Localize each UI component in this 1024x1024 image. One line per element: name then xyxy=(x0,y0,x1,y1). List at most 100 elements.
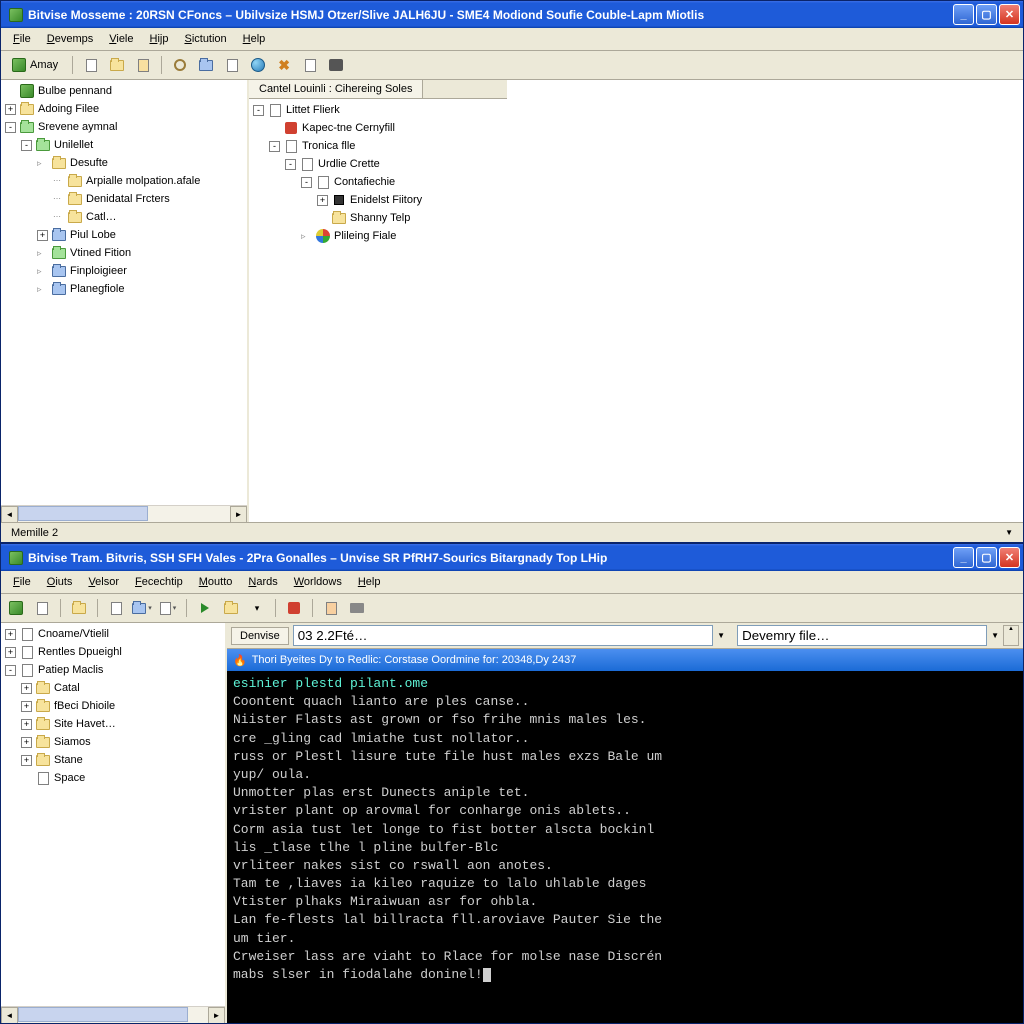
tree-item[interactable]: +Rentles Dpueighl xyxy=(3,643,223,661)
toolbar-btn-4[interactable] xyxy=(169,54,191,76)
expander-icon[interactable]: - xyxy=(301,177,312,188)
expander-icon[interactable]: + xyxy=(37,230,48,241)
tree-item[interactable]: -Tronica flle xyxy=(251,137,1021,155)
tree-item[interactable]: +Enidelst Fiitory xyxy=(251,191,1021,209)
toolbar-btn-3[interactable] xyxy=(132,54,154,76)
tree-item[interactable]: ▹Vtined Fition xyxy=(3,244,245,262)
titlebar-bottom[interactable]: Bitvise Tram. Bitvris, SSH SFH Vales - 2… xyxy=(1,544,1023,571)
toolbar-amay-button[interactable]: Amay xyxy=(5,54,65,76)
tree-item[interactable]: ▹Plileing Fiale xyxy=(251,227,1021,245)
expander-icon[interactable]: + xyxy=(5,629,16,640)
menu-worldows[interactable]: Worldows xyxy=(286,573,350,591)
expander-icon[interactable]: + xyxy=(317,195,328,206)
toolbar-btn-b7[interactable] xyxy=(194,597,216,619)
tree-item[interactable]: -Urdlie Crette xyxy=(251,155,1021,173)
menu-velsor[interactable]: Velsor xyxy=(80,573,127,591)
toolbar-btn-5[interactable] xyxy=(195,54,217,76)
tab-chereing-soles[interactable]: Cantel Louinli : Cihereing Soles xyxy=(249,80,423,98)
menu-sictution[interactable]: Sictution xyxy=(176,30,234,48)
expander-icon[interactable]: - xyxy=(253,105,264,116)
toolbar-btn-b2[interactable] xyxy=(31,597,53,619)
scroll-left-button[interactable]: ◄ xyxy=(1,506,18,522)
toolbar-btn-2[interactable] xyxy=(106,54,128,76)
menu-devemps[interactable]: Devemps xyxy=(39,30,101,48)
toolbar-btn-b11[interactable] xyxy=(320,597,342,619)
toolbar-btn-b1[interactable] xyxy=(5,597,27,619)
expand-arrow-icon[interactable]: ▹ xyxy=(37,158,48,169)
menu-hijp[interactable]: Hijp xyxy=(142,30,177,48)
expander-icon[interactable]: + xyxy=(21,755,32,766)
tree-item[interactable]: -Patiep Maclis xyxy=(3,661,223,679)
expand-arrow-icon[interactable]: ▹ xyxy=(37,284,48,295)
toolbar-btn-b4[interactable] xyxy=(105,597,127,619)
tree-item[interactable]: ⋯Denidatal Frcters xyxy=(3,190,245,208)
minimize-button[interactable]: _ xyxy=(953,4,974,25)
expander-icon[interactable]: - xyxy=(285,159,296,170)
terminal-output[interactable]: esinier plestd pilant.omeCoontent quach … xyxy=(227,671,1023,1023)
toolbar-btn-1[interactable] xyxy=(80,54,102,76)
scroll-left-button[interactable]: ◄ xyxy=(1,1007,18,1023)
tree-item[interactable]: -Srevene aymnal xyxy=(3,118,245,136)
expander-icon[interactable]: + xyxy=(5,647,16,658)
toolbar-btn-b8[interactable] xyxy=(220,597,242,619)
tree-item[interactable]: +Siamos xyxy=(3,733,223,751)
tree-item[interactable]: +Site Havet… xyxy=(3,715,223,733)
expander-icon[interactable]: - xyxy=(269,141,280,152)
titlebar[interactable]: Bitvise Mosseme : 20RSN CFoncs – Ubilvsi… xyxy=(1,1,1023,28)
tree-item[interactable]: ⋯Arpialle molpation.afale xyxy=(3,172,245,190)
menu-moutto[interactable]: Moutto xyxy=(191,573,241,591)
filter-input[interactable] xyxy=(737,625,987,646)
bottom-tree[interactable]: +Cnoame/Vtielil+Rentles Dpueighl-Patiep … xyxy=(1,623,225,1006)
tree-item[interactable]: +Cnoame/Vtielil xyxy=(3,625,223,643)
toolbar-btn-b3[interactable] xyxy=(68,597,90,619)
tree-item[interactable]: ▹Finploigieer xyxy=(3,262,245,280)
dropdown-arrow-icon[interactable]: ▼ xyxy=(1005,528,1013,537)
expander-icon[interactable]: + xyxy=(5,104,16,115)
menu-oiuts[interactable]: Oiuts xyxy=(39,573,81,591)
scroll-right-button[interactable]: ► xyxy=(208,1007,225,1023)
expand-arrow-icon[interactable]: ▹ xyxy=(37,248,48,259)
expand-arrow-icon[interactable]: ▹ xyxy=(301,231,312,242)
toolbar-btn-7[interactable] xyxy=(247,54,269,76)
expander-icon[interactable]: - xyxy=(21,140,32,151)
scroll-thumb[interactable] xyxy=(18,1007,188,1022)
toolbar-btn-b6[interactable]: ▾ xyxy=(157,597,179,619)
expander-icon[interactable]: + xyxy=(21,683,32,694)
menu-file[interactable]: File xyxy=(5,30,39,48)
spinner-control[interactable]: ▲ xyxy=(1003,625,1019,646)
menu-help[interactable]: Help xyxy=(350,573,389,591)
filter-dropdown-icon[interactable]: ▼ xyxy=(991,631,999,640)
status-dropdown[interactable]: Memille 2 ▼ xyxy=(7,527,1017,539)
toolbar-btn-9[interactable] xyxy=(299,54,321,76)
maximize-button[interactable]: ▢ xyxy=(976,4,997,25)
close-button[interactable]: ✕ xyxy=(999,547,1020,568)
tree-item[interactable]: Bulbe pennand xyxy=(3,82,245,100)
toolbar-btn-b5[interactable]: ▾ xyxy=(131,597,153,619)
expander-icon[interactable]: - xyxy=(5,122,16,133)
scroll-right-button[interactable]: ► xyxy=(230,506,247,522)
tree-item[interactable]: +fBeci Dhioile xyxy=(3,697,223,715)
menu-fecechtip[interactable]: Fecechtip xyxy=(127,573,191,591)
bottom-scrollbar[interactable]: ◄ ► xyxy=(1,1006,225,1023)
tree-item[interactable]: -Littet Flierk xyxy=(251,101,1021,119)
toolbar-btn-b10[interactable] xyxy=(283,597,305,619)
tree-item[interactable]: -Contafiechie xyxy=(251,173,1021,191)
tree-item[interactable]: +Stane xyxy=(3,751,223,769)
toolbar-btn-8[interactable]: ✖ xyxy=(273,54,295,76)
close-button[interactable]: ✕ xyxy=(999,4,1020,25)
menu-help[interactable]: Help xyxy=(235,30,274,48)
expand-arrow-icon[interactable]: ▹ xyxy=(37,266,48,277)
toolbar-btn-b12[interactable] xyxy=(346,597,368,619)
menu-viele[interactable]: Viele xyxy=(101,30,141,48)
tree-item[interactable]: ⋯Catl… xyxy=(3,208,245,226)
maximize-button[interactable]: ▢ xyxy=(976,547,997,568)
toolbar-btn-b9[interactable]: ▾ xyxy=(246,597,268,619)
tree-item[interactable]: Shanny Telp xyxy=(251,209,1021,227)
toolbar-btn-6[interactable] xyxy=(221,54,243,76)
tree-item[interactable]: ▹Desufte xyxy=(3,154,245,172)
tree-item[interactable]: +Catal xyxy=(3,679,223,697)
minimize-button[interactable]: _ xyxy=(953,547,974,568)
expander-icon[interactable]: + xyxy=(21,737,32,748)
left-tree[interactable]: Bulbe pennand+Adoing Filee-Srevene aymna… xyxy=(1,80,247,505)
expander-icon[interactable]: - xyxy=(5,665,16,676)
